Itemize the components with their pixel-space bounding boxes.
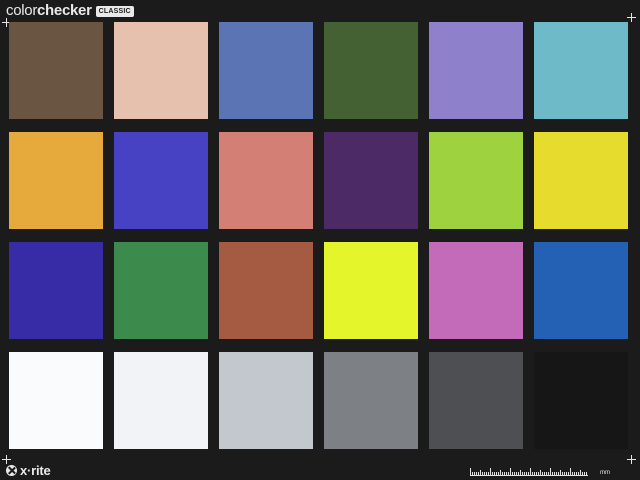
ruler-tick (546, 472, 547, 476)
brand-light-text: color (6, 2, 38, 19)
patch-green (114, 242, 208, 339)
ruler-tick (538, 472, 539, 476)
ruler-tick (540, 470, 541, 476)
patch-yellow (324, 242, 418, 339)
patch-foliage (324, 22, 418, 119)
ruler-tick (480, 470, 481, 476)
ruler-tick (512, 472, 513, 476)
patch-neutral-5 (324, 352, 418, 449)
registration-cross-icon (627, 455, 636, 464)
xrite-icon (6, 465, 17, 476)
ruler-tick (510, 468, 511, 476)
patch-bluish-green (534, 22, 628, 119)
ruler-tick (524, 472, 525, 476)
ruler-tick (486, 472, 487, 476)
ruler-tick (578, 472, 579, 476)
ruler-tick (544, 472, 545, 476)
patch-purple (324, 132, 418, 229)
classic-badge: CLASSIC (95, 5, 134, 17)
ruler-tick (488, 472, 489, 476)
ruler-tick (490, 468, 491, 476)
color-patch-grid (9, 22, 628, 449)
patch-neutral-8 (114, 352, 208, 449)
ruler-tick (496, 472, 497, 476)
patch-blue-flower (429, 22, 523, 119)
ruler-tick (552, 472, 553, 476)
ruler-tick (518, 472, 519, 476)
ruler-tick (556, 472, 557, 476)
ruler-tick (478, 472, 479, 476)
ruler-tick (520, 470, 521, 476)
ruler-tick (476, 472, 477, 476)
ruler-tick (528, 472, 529, 476)
ruler-tick (584, 472, 585, 476)
ruler-unit-label: mm (600, 470, 610, 476)
ruler-tick (484, 472, 485, 476)
ruler-tick (560, 470, 561, 476)
xrite-wordmark: x·rite (20, 463, 51, 478)
ruler-tick (526, 472, 527, 476)
registration-cross-icon (627, 13, 636, 22)
patch-neutral-3-5 (429, 352, 523, 449)
ruler-tick (570, 468, 571, 476)
patch-light-skin (114, 22, 208, 119)
ruler-tick (508, 472, 509, 476)
colorchecker-logo: colorchecker CLASSIC (6, 2, 134, 20)
patch-orange (9, 132, 103, 229)
ruler-tick (482, 472, 483, 476)
patch-red (219, 242, 313, 339)
ruler-tick (470, 468, 471, 476)
ruler-tick (502, 472, 503, 476)
brand-bold-text: checker (37, 2, 92, 19)
ruler-tick (580, 470, 581, 476)
ruler-tick (534, 472, 535, 476)
ruler-tick (582, 472, 583, 476)
ruler-tick (500, 470, 501, 476)
ruler-tick (564, 472, 565, 476)
patch-dark-skin (9, 22, 103, 119)
patch-white (9, 352, 103, 449)
ruler-tick (504, 472, 505, 476)
patch-yellow-green (429, 132, 523, 229)
ruler-tick (548, 472, 549, 476)
ruler-tick (492, 472, 493, 476)
ruler-tick (558, 472, 559, 476)
ruler-tick (474, 472, 475, 476)
patch-magenta (429, 242, 523, 339)
ruler-tick (554, 472, 555, 476)
patch-purplish-blue (114, 132, 208, 229)
ruler-tick (576, 472, 577, 476)
ruler-tick (572, 472, 573, 476)
patch-orange-yellow (534, 132, 628, 229)
patch-neutral-6-5 (219, 352, 313, 449)
patch-black (534, 352, 628, 449)
ruler-tick (568, 472, 569, 476)
ruler-tick (586, 472, 587, 476)
ruler-tick (506, 472, 507, 476)
ruler-tick (498, 472, 499, 476)
ruler-tick (514, 472, 515, 476)
ruler-tick (516, 472, 517, 476)
patch-moderate-red (219, 132, 313, 229)
ruler-tick (536, 472, 537, 476)
ruler-tick (574, 472, 575, 476)
ruler-tick (542, 472, 543, 476)
ruler-tick (494, 472, 495, 476)
patch-blue-sky (219, 22, 313, 119)
scale-ruler: mm (470, 466, 610, 480)
ruler-tick (532, 472, 533, 476)
patch-blue (9, 242, 103, 339)
ruler-tick (562, 472, 563, 476)
brand-wordmark: colorchecker (6, 2, 92, 20)
ruler-tick (530, 468, 531, 476)
ruler-tick (522, 472, 523, 476)
xrite-logo: x·rite (6, 463, 51, 478)
patch-cyan (534, 242, 628, 339)
ruler-tick (566, 472, 567, 476)
ruler-tick (472, 472, 473, 476)
ruler-tick (550, 468, 551, 476)
